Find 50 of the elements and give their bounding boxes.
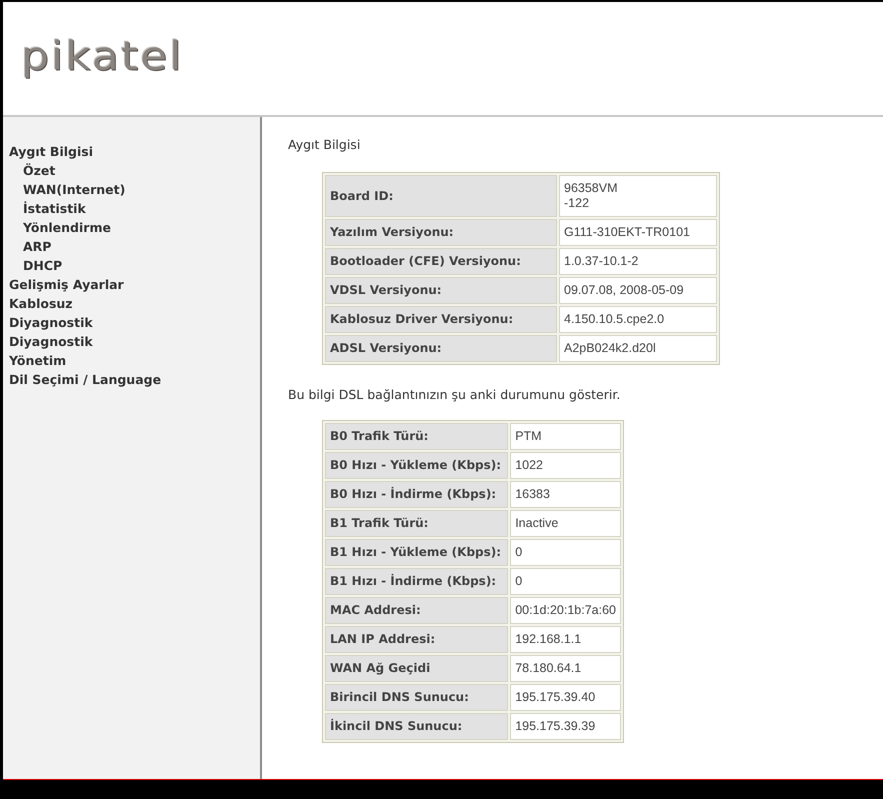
page-title: Aygıt Bilgisi [288,137,362,152]
field-value: G111-310EKT-TR0101 [559,219,717,246]
field-value: 96358VM -122 [559,175,717,217]
field-label: Birincil DNS Sunucu: [325,684,508,711]
field-value: PTM [510,423,621,450]
field-label: B0 Trafik Türü: [325,423,508,450]
nav-link[interactable]: ARP [23,237,52,256]
field-value: 195.175.39.40 [510,684,621,711]
field-value: A2pB024k2.d20l [559,335,717,362]
nav-link[interactable]: İstatistik [23,199,86,218]
status-note: Bu bilgi DSL bağlantınızın şu anki durumunu gösterir. [288,387,622,402]
field-label: VDSL Versiyonu: [325,277,557,304]
field-label: WAN Ağ Geçidi [325,655,508,682]
field-label: İkincil DNS Sunucu: [325,713,508,740]
field-value: 0 [510,539,621,566]
field-value: 195.175.39.39 [510,713,621,740]
nav-link[interactable]: Özet [23,161,56,180]
field-label: Bootloader (CFE) Versiyonu: [325,248,557,275]
field-label: MAC Addresi: [325,597,508,624]
field-label: B0 Hızı - İndirme (Kbps): [325,481,508,508]
field-value: 4.150.10.5.cpe2.0 [559,306,717,333]
nav-link[interactable]: Diyagnostik [9,332,93,351]
nav-link[interactable]: Yönetim [9,351,66,370]
pikatel-logo: pikatel [21,34,184,80]
field-value: 09.07.08, 2008-05-09 [559,277,717,304]
field-value: 16383 [510,481,621,508]
field-label: B1 Hızı - Yükleme (Kbps): [325,539,508,566]
nav-link[interactable]: Gelişmiş Ayarlar [9,275,124,294]
nav-link[interactable]: Kablosuz [9,294,73,313]
nav-link[interactable]: Yönlendirme [23,218,111,237]
nav-link[interactable]: Aygıt Bilgisi [9,142,93,161]
field-value: Inactive [510,510,621,537]
field-label: Kablosuz Driver Versiyonu: [325,306,557,333]
nav-link[interactable]: WAN(Internet) [23,180,126,199]
field-value: 1.0.37-10.1-2 [559,248,717,275]
field-label: Board ID: [325,175,557,217]
field-label: LAN IP Addresi: [325,626,508,653]
field-value: 192.168.1.1 [510,626,621,653]
nav-link[interactable]: DHCP [23,256,62,275]
field-label: B1 Trafik Türü: [325,510,508,537]
nav-link[interactable]: Diyagnostik [9,313,93,332]
field-value: 1022 [510,452,621,479]
nav-link[interactable]: Dil Seçimi / Language [9,370,162,389]
field-value: 0 [510,568,621,595]
field-label: B0 Hızı - Yükleme (Kbps): [325,452,508,479]
field-label: ADSL Versiyonu: [325,335,557,362]
field-value: 78.180.64.1 [510,655,621,682]
field-label: B1 Hızı - İndirme (Kbps): [325,568,508,595]
field-label: Yazılım Versiyonu: [325,219,557,246]
field-value: 00:1d:20:1b:7a:60 [510,597,621,624]
